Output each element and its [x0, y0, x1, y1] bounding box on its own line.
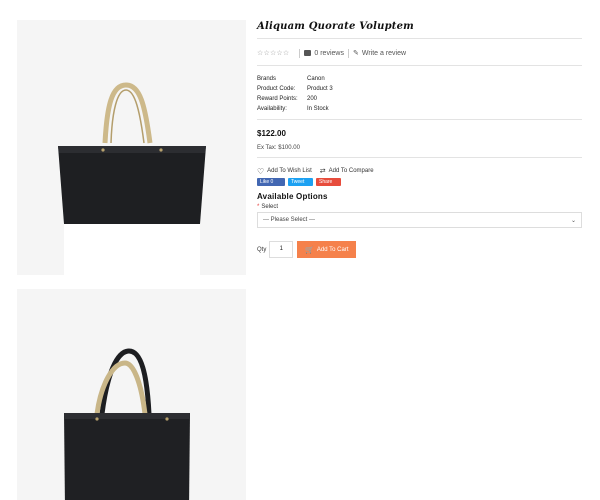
available-options-heading: Available Options: [257, 192, 328, 201]
spec-value: Product 3: [307, 86, 333, 92]
cart-icon: 🛒: [305, 246, 314, 254]
facebook-like-button[interactable]: Like 0: [257, 178, 285, 186]
product-specs: Brands Canon Product Code: Product 3 Rew…: [257, 74, 582, 114]
share-button[interactable]: Share: [316, 178, 341, 186]
spec-label: Product Code:: [257, 86, 296, 92]
rating-row: ☆☆☆☆☆ 0 reviews ✎ Write a review: [257, 47, 582, 59]
divider: [257, 38, 582, 39]
divider: [257, 119, 582, 120]
divider: [299, 48, 301, 58]
spec-row: Brands Canon: [257, 74, 582, 84]
pencil-icon: ✎: [352, 50, 359, 57]
social-share-bar: Like 0 Tweet Share: [257, 178, 582, 187]
spec-label: Brands: [257, 76, 277, 82]
spec-row: Reward Points: 200: [257, 94, 582, 104]
select-label-text: Select: [261, 204, 279, 210]
spec-row: Product Code: Product 3: [257, 84, 582, 94]
required-marker: *: [257, 204, 260, 210]
ex-tax-price: Ex Tax: $100.00: [257, 145, 300, 151]
spec-label: Availability:: [257, 106, 287, 112]
tweet-button[interactable]: Tweet: [288, 178, 313, 186]
spec-value: In Stock: [307, 106, 329, 112]
tote-bag-image: [17, 289, 246, 500]
quantity-input[interactable]: 1: [269, 241, 294, 258]
wishlist-label: Add To Wish List: [267, 168, 312, 174]
add-to-cart-label: Add To Cart: [316, 246, 349, 253]
compare-label: Add To Compare: [328, 168, 374, 174]
select-label: * Select: [257, 204, 582, 210]
quantity-row: Qty 1 🛒 Add To Cart: [257, 241, 582, 258]
chevron-down-icon: ⌄: [570, 217, 576, 224]
tote-bag-image: [17, 20, 246, 275]
product-info-panel: Aliquam Quorate Voluptem ☆☆☆☆☆ 0 reviews…: [257, 20, 582, 258]
write-review-link[interactable]: Write a review: [362, 50, 406, 57]
add-to-cart-button[interactable]: 🛒 Add To Cart: [297, 241, 357, 258]
spec-label: Reward Points:: [257, 96, 298, 102]
divider: [347, 48, 349, 58]
option-select[interactable]: --- Please Select --- ⌄: [257, 212, 582, 228]
speech-bubble-icon: [304, 50, 312, 56]
reviews-link[interactable]: 0 reviews: [314, 50, 344, 57]
product-price: $122.00: [257, 129, 286, 138]
add-to-compare-button[interactable]: ⇄ Add To Compare: [320, 167, 374, 175]
rating-stars: ☆☆☆☆☆: [257, 50, 290, 57]
qty-label: Qty: [257, 246, 267, 253]
spec-value[interactable]: Canon: [307, 76, 325, 82]
spec-value: 200: [307, 96, 318, 102]
product-title: Aliquam Quorate Voluptem: [257, 21, 414, 32]
divider: [257, 157, 582, 158]
add-to-wishlist-button[interactable]: ♡ Add To Wish List: [257, 167, 312, 176]
divider: [257, 65, 582, 66]
spec-row: Availability: In Stock: [257, 104, 582, 114]
product-actions: ♡ Add To Wish List ⇄ Add To Compare: [257, 166, 582, 176]
option-select-value: --- Please Select ---: [263, 217, 316, 223]
compare-arrows-icon: ⇄: [319, 168, 326, 175]
product-image-main[interactable]: [17, 20, 246, 275]
heart-icon: ♡: [257, 166, 265, 176]
product-image-alt[interactable]: [17, 289, 246, 500]
